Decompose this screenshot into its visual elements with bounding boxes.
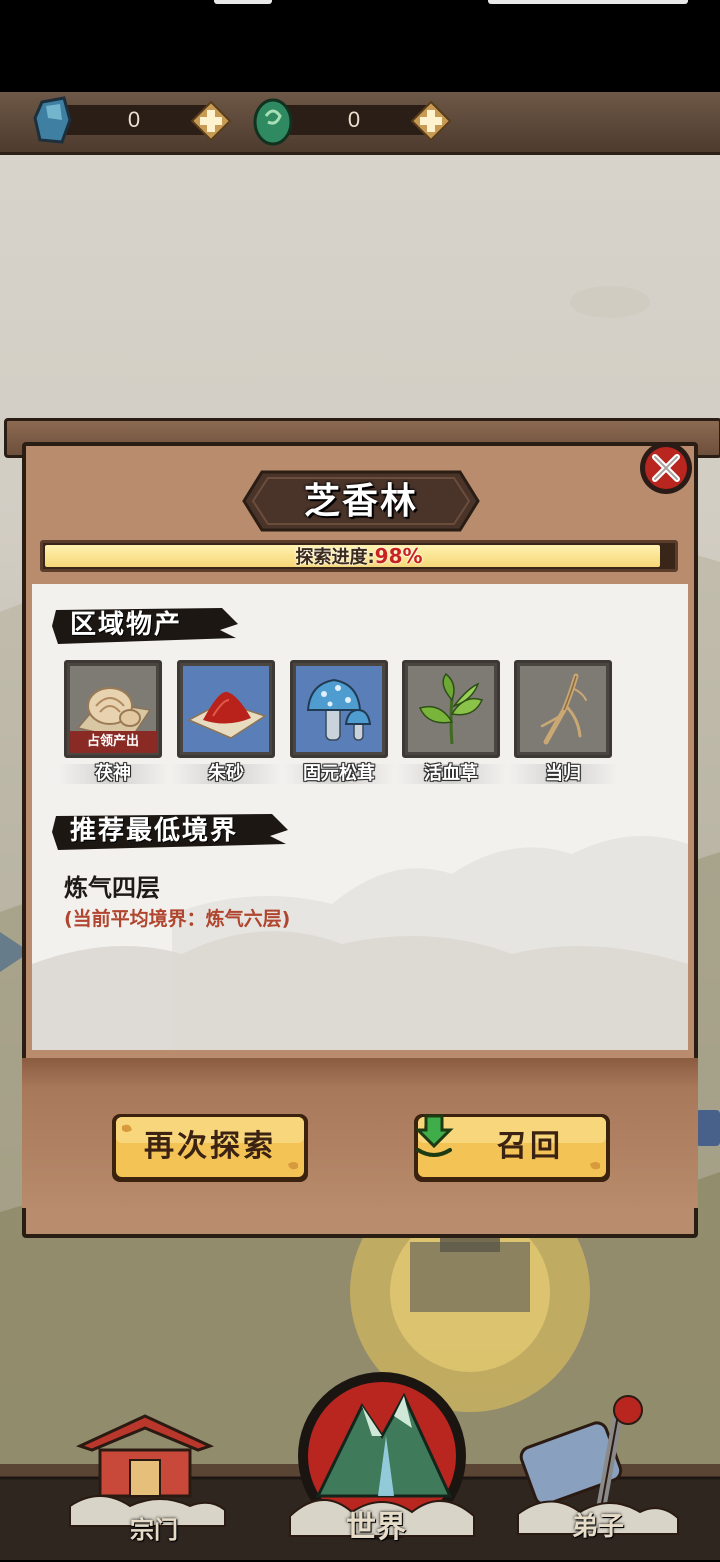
add-jade-button[interactable] (410, 100, 452, 142)
add-spirit-stone-button[interactable] (190, 100, 232, 142)
nav-disciples-label: 弟子 (572, 1512, 625, 1542)
occupation-output-tag: 占领产出 (69, 731, 157, 753)
item-frame (514, 660, 612, 758)
progress-text: 探索进度:98% (43, 543, 675, 571)
herb-leaves-icon (418, 672, 484, 745)
item-name: 固元松茸 (303, 763, 375, 784)
explore-again-label: 再次探索 (144, 1129, 276, 1164)
item-frame (290, 660, 388, 758)
blue-mushroom-icon (306, 678, 372, 741)
resource-bar: 0 0 (0, 92, 720, 155)
products-section-banner: 区域物产 (52, 604, 242, 648)
recall-label: 召回 (497, 1129, 563, 1164)
close-button[interactable] (638, 440, 694, 496)
nav-world[interactable]: 世界 (282, 1366, 482, 1558)
item-name: 朱砂 (208, 763, 244, 784)
item-frame (402, 660, 500, 758)
explore-region-dialog: 芝香林 探索进度:98% 区域物产 占领产出 茯神 朱砂 固元松茸 活血草 当归… (0, 418, 720, 1248)
required-realm: 炼气四层 (64, 874, 160, 902)
item-frame (177, 660, 275, 758)
progress-label: 探索进度: (295, 547, 375, 568)
products-section-title: 区域物产 (70, 610, 183, 640)
status-icons (488, 0, 688, 4)
nav-disciples[interactable]: 弟子 (510, 1394, 680, 1556)
nav-sect[interactable]: 宗门 (60, 1406, 230, 1556)
exploration-progress-bar: 探索进度:98% (40, 540, 678, 572)
item-name: 茯神 (95, 763, 131, 784)
item-name: 当归 (545, 763, 581, 784)
item-frame: 占领产出 (64, 660, 162, 758)
region-info-panel: 区域物产 占领产出 茯神 朱砂 固元松茸 活血草 当归 推荐最低境界 炼气四层 … (32, 584, 688, 1050)
angelica-root-icon (540, 673, 587, 745)
blue-spirit-stone-icon (33, 96, 72, 144)
item-name: 活血草 (424, 763, 478, 784)
progress-percent: 98% (374, 544, 423, 568)
nav-sect-label: 宗门 (130, 1515, 178, 1544)
nav-world-label: 世界 (346, 1510, 406, 1545)
signal-indicator (214, 0, 272, 4)
current-average-realm: (当前平均境界：炼气六层) (64, 908, 291, 930)
region-title: 芝香林 (303, 480, 418, 522)
explore-again-button[interactable]: 再次探索 (110, 1112, 310, 1184)
realm-section-banner: 推荐最低境界 (52, 810, 292, 854)
status-bar (0, 0, 720, 92)
realm-section-title: 推荐最低境界 (70, 816, 239, 846)
cinnabar-icon (187, 691, 267, 739)
recall-button[interactable]: 召回 (412, 1112, 612, 1184)
bottom-navigation: 宗门 世界 弟子 (0, 1360, 720, 1560)
green-jade-icon (253, 98, 293, 146)
